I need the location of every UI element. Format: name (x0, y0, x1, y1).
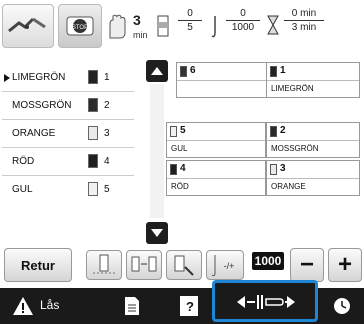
list-item-index: 4 (104, 156, 110, 167)
plus-button[interactable]: + (328, 248, 362, 282)
spool-swatch (170, 164, 177, 175)
spool-name: RÖD (171, 182, 189, 191)
list-item[interactable]: GUL 5 (2, 176, 134, 204)
stitch-jump-display: 1000 (252, 252, 284, 270)
spool-cell[interactable]: 1 LIMEGRÖN (266, 62, 360, 98)
thread-edit-icon (174, 255, 194, 276)
thread-sort-button[interactable] (126, 250, 162, 280)
spool-icon (157, 15, 169, 37)
thread-color-list: LIMEGRÖN 1 MOSSGRÖN 2 ORANGE 3 RÖD 4 GUL… (2, 64, 134, 212)
time-total: 3 min (291, 22, 317, 33)
list-item[interactable]: LIMEGRÖN 1 (2, 64, 134, 92)
clock-icon (334, 298, 350, 314)
arrow-down-icon (151, 229, 163, 237)
spool-swatch (170, 126, 177, 137)
thread-sort-icon (131, 256, 157, 272)
minus-button[interactable]: − (290, 248, 324, 282)
svg-text:-/+: -/+ (224, 261, 235, 271)
selected-arrow-icon (4, 74, 10, 82)
time-elapsed: 0 min (291, 8, 317, 19)
stitch-counter-total: 1000 (231, 22, 255, 33)
list-item-index: 3 (104, 128, 110, 139)
clock-button[interactable] (322, 290, 362, 322)
stop-icon: STOP (66, 16, 94, 36)
stitch-counter-current: 0 (240, 8, 246, 19)
spool-swatch (270, 126, 277, 137)
needle-step-icon: -/+ (211, 255, 235, 277)
needle-plus-minus-button[interactable]: -/+ (206, 250, 244, 280)
spool-cell[interactable]: 3 ORANGE (266, 160, 360, 196)
minus-label: − (299, 251, 314, 278)
move-position-icon (237, 295, 295, 309)
plus-label: + (337, 251, 352, 278)
list-item[interactable]: MOSSGRÖN 2 (2, 92, 134, 120)
list-item-swatch (88, 126, 98, 140)
list-item-index: 1 (104, 72, 110, 83)
lock-button[interactable]: Lås (2, 290, 84, 322)
stitch-time-value: 3 (133, 12, 141, 28)
spool-cell[interactable]: 4 RÖD (166, 160, 266, 196)
spool-index: 1 (280, 65, 286, 76)
hand-icon (109, 14, 126, 39)
spool-cell[interactable]: 2 MOSSGRÖN (266, 122, 360, 158)
spool-name: GUL (171, 144, 188, 153)
lock-label: Lås (40, 298, 60, 312)
back-button-label: Retur (21, 258, 55, 273)
scroll-down-button[interactable] (146, 222, 168, 244)
spool-index: 3 (280, 163, 286, 174)
thread-change-button[interactable] (86, 250, 122, 280)
back-button[interactable]: Retur (4, 248, 72, 282)
spool-swatch (270, 66, 277, 77)
embroidery-foot-button[interactable] (2, 4, 54, 48)
sewing-position-button[interactable] (212, 280, 318, 322)
list-item[interactable]: RÖD 4 (2, 148, 134, 176)
spool-name: ORANGE (271, 182, 306, 191)
svg-text:?: ? (186, 299, 194, 314)
color-counter: 0 5 (178, 8, 202, 33)
presser-foot-icon (8, 17, 46, 33)
document-button[interactable] (112, 290, 152, 322)
stitch-counter: 0 1000 (226, 8, 260, 33)
spool-index: 5 (180, 125, 186, 136)
list-item-name: RÖD (12, 156, 35, 167)
thread-edit-button[interactable] (166, 250, 202, 280)
list-item-swatch (88, 70, 98, 84)
spool-swatch (270, 164, 277, 175)
stitch-jump-value: 1000 (254, 254, 282, 268)
spool-index: 4 (180, 163, 186, 174)
stop-button[interactable]: STOP (58, 4, 102, 48)
list-item-name: MOSSGRÖN (12, 100, 72, 111)
spool-name: LIMEGRÖN (271, 84, 314, 93)
spool-change-icon (93, 254, 115, 274)
list-item-name: GUL (12, 184, 33, 195)
help-icon: ? (180, 296, 198, 316)
spool-cell[interactable]: 5 GUL (166, 122, 266, 158)
list-item-name: ORANGE (12, 128, 56, 139)
spool-index: 2 (280, 125, 286, 136)
spool-cell[interactable]: 6 (176, 62, 268, 98)
list-item-swatch (88, 154, 98, 168)
spool-index: 6 (190, 65, 196, 76)
color-counter-total: 5 (187, 22, 193, 33)
help-button[interactable]: ? (168, 290, 212, 322)
spool-swatch (180, 66, 187, 77)
scroll-up-button[interactable] (146, 60, 168, 82)
time-counter: 0 min 3 min (284, 8, 324, 33)
document-icon (125, 297, 139, 315)
hourglass-icon (267, 15, 279, 35)
svg-text:STOP: STOP (72, 25, 88, 31)
stitch-time-unit: min (133, 30, 148, 40)
list-item-index: 2 (104, 100, 110, 111)
list-item-swatch (88, 98, 98, 112)
list-item-index: 5 (104, 184, 110, 195)
list-item-name: LIMEGRÖN (12, 72, 66, 83)
list-item-swatch (88, 182, 98, 196)
needle-icon (211, 16, 216, 38)
color-counter-current: 0 (187, 8, 193, 19)
warning-icon (13, 297, 33, 315)
list-item[interactable]: ORANGE 3 (2, 120, 134, 148)
arrow-up-icon (151, 67, 163, 75)
scrollbar-track[interactable] (150, 84, 164, 218)
spool-name: MOSSGRÖN (271, 144, 319, 153)
